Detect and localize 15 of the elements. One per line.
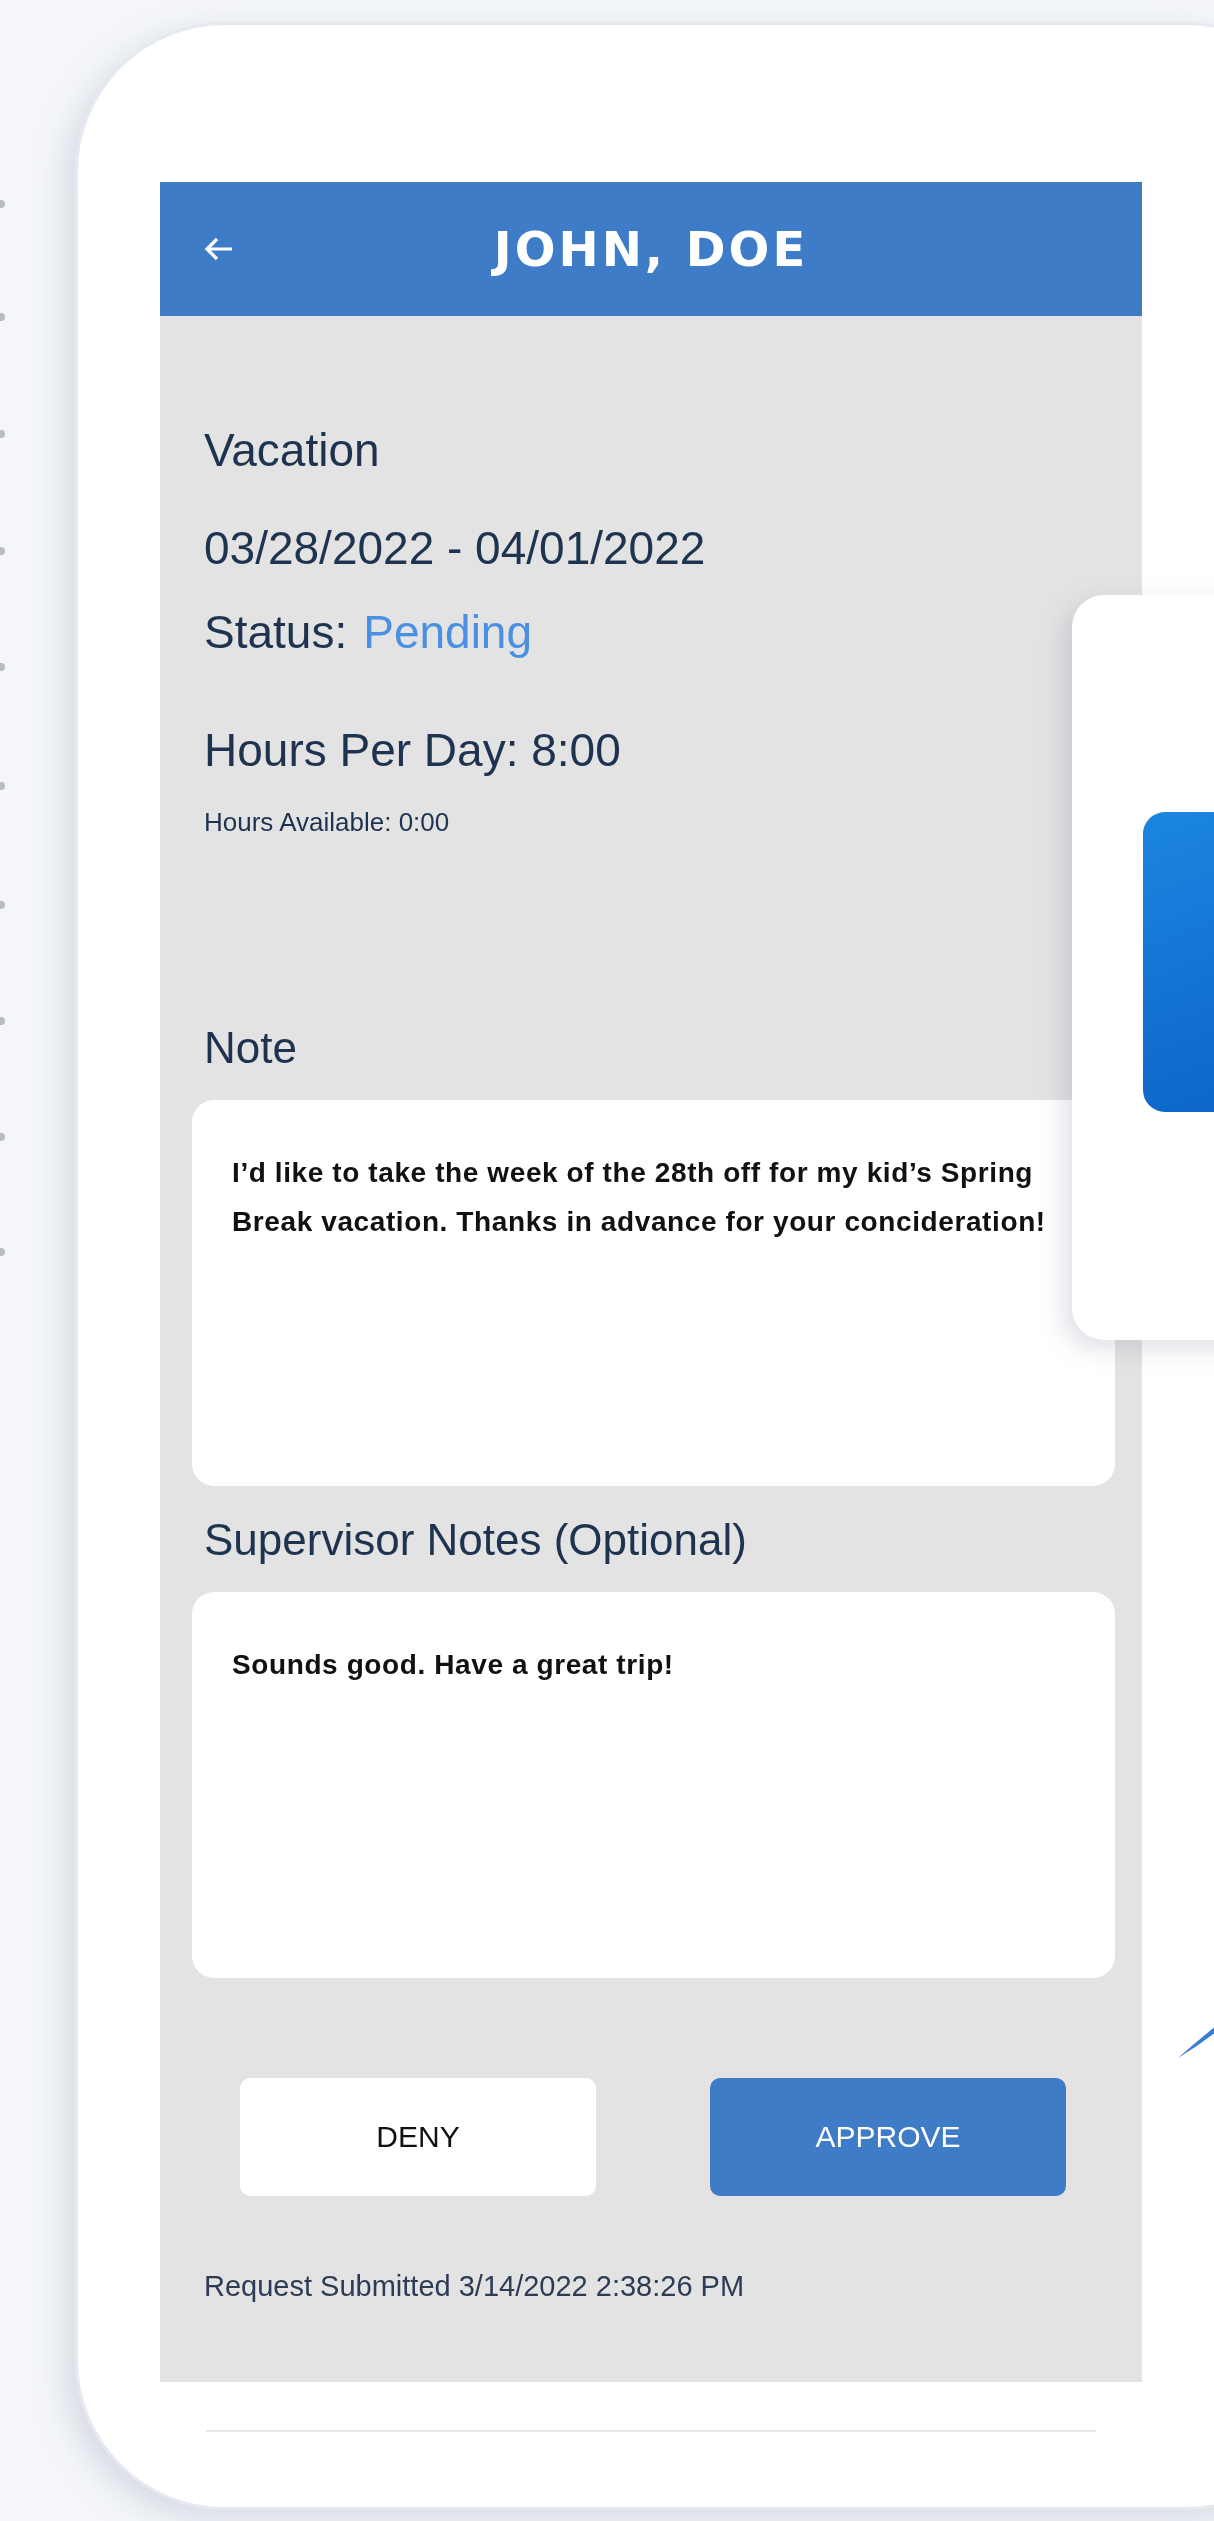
submitted-text: Request Submitted 3/14/2022 2:38:26 PM bbox=[204, 2270, 745, 2303]
request-type: Vacation bbox=[204, 423, 380, 477]
status-label: Status: bbox=[204, 605, 348, 659]
date-range: 03/28/2022 - 04/01/2022 bbox=[204, 521, 706, 575]
back-button[interactable] bbox=[204, 236, 234, 262]
header-title: JOHN, DOE bbox=[493, 221, 809, 277]
hours-available: Hours Available: 0:00 bbox=[204, 807, 450, 838]
status-value: Pending bbox=[363, 605, 533, 659]
deny-button[interactable]: DENY bbox=[240, 2078, 596, 2196]
approve-button[interactable]: APPROVE bbox=[710, 2078, 1066, 2196]
supervisor-notes-field[interactable]: Sounds good. Have a great trip! bbox=[192, 1592, 1115, 1978]
note-label: Note bbox=[204, 1022, 297, 1074]
hours-per-day: Hours Per Day: 8:00 bbox=[204, 723, 621, 777]
note-field: I’d like to take the week of the 28th off for my kid’s Spring Break vacation. Thanks in advance for your concideration! bbox=[192, 1100, 1115, 1486]
supervisor-notes-label: Supervisor Notes (Optional) bbox=[204, 1514, 747, 1566]
